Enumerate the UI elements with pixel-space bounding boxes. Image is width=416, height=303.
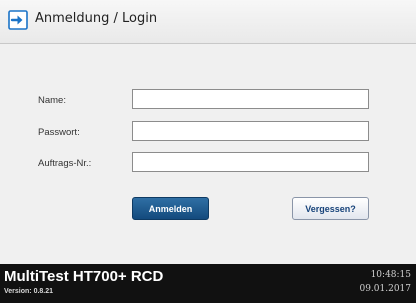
password-label: Passwort: — [38, 127, 80, 138]
name-label: Name: — [38, 95, 66, 106]
order-number-label: Auftrags-Nr.: — [38, 158, 92, 169]
login-form: Name: Passwort: Auftrags-Nr.: Anmelden V… — [0, 44, 416, 264]
login-button[interactable]: Anmelden — [132, 197, 209, 220]
page-title: Anmeldung / Login — [35, 11, 158, 26]
status-bar: MultiTest HT700+ RCD Version: 0.8.21 10:… — [0, 264, 416, 303]
name-field[interactable] — [132, 89, 369, 109]
header-bar: Anmeldung / Login — [0, 0, 416, 44]
forgot-button[interactable]: Vergessen? — [292, 197, 369, 220]
clock-time: 10:48:15 — [370, 270, 411, 280]
app-name: MultiTest HT700+ RCD — [4, 268, 164, 285]
order-number-field[interactable] — [132, 152, 369, 172]
version-text: Version: 0.8.21 — [4, 288, 54, 295]
clock-date: 09.01.2017 — [359, 284, 411, 294]
login-screen: Anmeldung / Login Name: Passwort: Auftra… — [0, 0, 416, 303]
password-field[interactable] — [132, 121, 369, 141]
login-arrow-icon — [8, 10, 28, 30]
